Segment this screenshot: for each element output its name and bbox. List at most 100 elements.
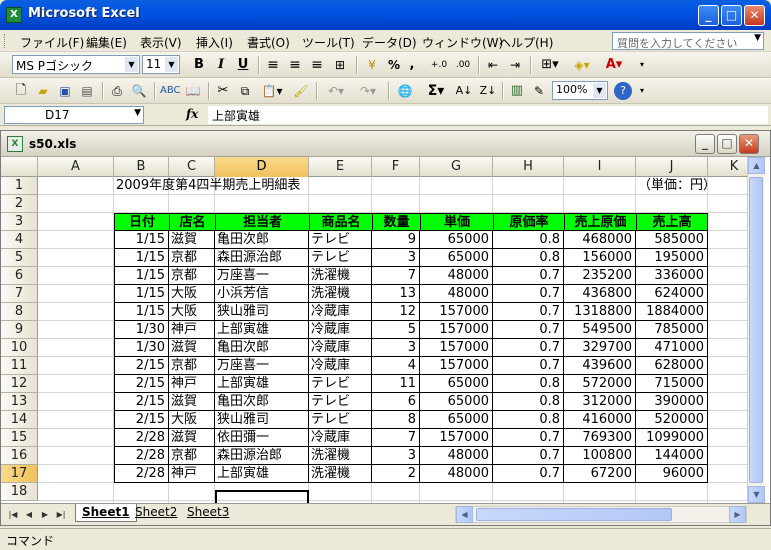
cell-store[interactable]: 滋賀 bbox=[169, 393, 215, 411]
row-header-15[interactable]: 15 bbox=[1, 429, 38, 447]
cell-date[interactable]: 1/30 bbox=[114, 339, 169, 357]
cell-store[interactable]: 京都 bbox=[169, 249, 215, 267]
permission-icon[interactable]: ▤ bbox=[78, 82, 96, 100]
cell-cost-of-sales[interactable]: 329700 bbox=[564, 339, 636, 357]
cell-staff[interactable]: 依田彌一 bbox=[215, 429, 309, 447]
maximize-button[interactable]: □ bbox=[721, 5, 742, 26]
row-header-11[interactable]: 11 bbox=[1, 357, 38, 375]
currency-icon[interactable]: ¥ bbox=[362, 56, 382, 74]
cell-store[interactable]: 滋賀 bbox=[169, 339, 215, 357]
cell-unit-price[interactable]: 48000 bbox=[420, 267, 493, 285]
cell-quantity[interactable]: 3 bbox=[372, 339, 420, 357]
cell-unit-price[interactable]: 65000 bbox=[420, 231, 493, 249]
cell-cost-rate[interactable]: 0.7 bbox=[493, 303, 564, 321]
header-quantity[interactable]: 数量 bbox=[372, 213, 421, 231]
chevron-down-icon[interactable]: ▼ bbox=[593, 83, 606, 98]
cell-date[interactable]: 2/28 bbox=[114, 429, 169, 447]
cell-cost-rate[interactable]: 0.7 bbox=[493, 267, 564, 285]
close-button[interactable]: ✕ bbox=[744, 5, 765, 26]
cell-unit-price[interactable]: 65000 bbox=[420, 249, 493, 267]
menu-insert[interactable]: 挿入(I) bbox=[196, 34, 233, 51]
header-date[interactable]: 日付 bbox=[114, 213, 170, 231]
row-header-18[interactable]: 18 bbox=[1, 483, 38, 501]
cell-store[interactable]: 神戸 bbox=[169, 375, 215, 393]
cell-quantity[interactable]: 8 bbox=[372, 411, 420, 429]
cell-unit-price[interactable]: 48000 bbox=[420, 285, 493, 303]
tab-sheet2[interactable]: Sheet2 bbox=[129, 504, 183, 522]
header-sales[interactable]: 売上高 bbox=[636, 213, 708, 231]
vertical-scrollbar[interactable]: ▲ ▼ bbox=[747, 157, 765, 503]
percent-button[interactable]: % bbox=[386, 56, 402, 74]
align-center-icon[interactable]: ≡ bbox=[286, 56, 304, 74]
cell-date[interactable]: 2/15 bbox=[114, 375, 169, 393]
hyperlink-icon[interactable]: 🌐 bbox=[396, 82, 414, 100]
column-header-e[interactable]: E bbox=[309, 157, 372, 177]
column-header-b[interactable]: B bbox=[114, 157, 169, 177]
menu-data[interactable]: データ(D) bbox=[362, 34, 417, 51]
merge-center-icon[interactable]: ⊞ bbox=[330, 56, 350, 74]
row-header-13[interactable]: 13 bbox=[1, 393, 38, 411]
cell-product[interactable]: 冷蔵庫 bbox=[309, 357, 372, 375]
column-header-a[interactable]: A bbox=[38, 157, 114, 177]
active-cell-d17[interactable] bbox=[215, 490, 309, 503]
cell-sales[interactable]: 390000 bbox=[636, 393, 708, 411]
cell-unit-price[interactable]: 157000 bbox=[420, 339, 493, 357]
cell-cost-of-sales[interactable]: 100800 bbox=[564, 447, 636, 465]
next-sheet-icon[interactable]: ▶ bbox=[39, 508, 51, 522]
cell-date[interactable]: 2/28 bbox=[114, 465, 169, 483]
name-box[interactable]: D17 ▼ bbox=[4, 106, 144, 124]
decrease-decimal-icon[interactable]: .00 bbox=[452, 56, 474, 74]
cell-sales[interactable]: 628000 bbox=[636, 357, 708, 375]
font-color-icon[interactable]: A▾ bbox=[600, 56, 628, 74]
cell-b1[interactable]: 2009年度第4四半期売上明細表 bbox=[114, 177, 314, 195]
row-header-7[interactable]: 7 bbox=[1, 285, 38, 303]
cell-quantity[interactable]: 2 bbox=[372, 465, 420, 483]
autosum-icon[interactable]: Σ▾ bbox=[422, 82, 450, 100]
cell-sales[interactable]: 1884000 bbox=[636, 303, 708, 321]
cell-sales[interactable]: 336000 bbox=[636, 267, 708, 285]
cell-product[interactable]: テレビ bbox=[309, 231, 372, 249]
cell-date[interactable]: 1/15 bbox=[114, 303, 169, 321]
cell-unit-price[interactable]: 65000 bbox=[420, 393, 493, 411]
cell-cost-of-sales[interactable]: 312000 bbox=[564, 393, 636, 411]
menu-help[interactable]: ヘルプ(H) bbox=[499, 34, 553, 51]
row-header-10[interactable]: 10 bbox=[1, 339, 38, 357]
drawing-icon[interactable]: ✎ bbox=[530, 82, 548, 100]
cell-sales[interactable]: 520000 bbox=[636, 411, 708, 429]
cell-unit-price[interactable]: 157000 bbox=[420, 429, 493, 447]
sort-descending-icon[interactable]: Z↓ bbox=[478, 82, 498, 100]
row-header-17[interactable]: 17 bbox=[1, 465, 38, 483]
cell-staff[interactable]: 森田源治郎 bbox=[215, 249, 309, 267]
cell-cost-rate[interactable]: 0.7 bbox=[493, 357, 564, 375]
cell-quantity[interactable]: 7 bbox=[372, 429, 420, 447]
cell-product[interactable]: 洗濯機 bbox=[309, 447, 372, 465]
tab-sheet1[interactable]: Sheet1 bbox=[75, 504, 137, 522]
cell-sales[interactable]: 785000 bbox=[636, 321, 708, 339]
horizontal-scroll-thumb[interactable] bbox=[476, 508, 672, 521]
save-icon[interactable]: ▣ bbox=[56, 82, 74, 100]
increase-indent-icon[interactable]: ⇥ bbox=[506, 56, 524, 74]
cell-staff[interactable]: 狭山雅司 bbox=[215, 303, 309, 321]
cell-unit-price[interactable]: 48000 bbox=[420, 447, 493, 465]
column-header-i[interactable]: I bbox=[564, 157, 636, 177]
cell-quantity[interactable]: 4 bbox=[372, 357, 420, 375]
header-unit-price[interactable]: 単価 bbox=[420, 213, 494, 231]
cell-store[interactable]: 大阪 bbox=[169, 285, 215, 303]
cell-staff[interactable]: 狭山雅司 bbox=[215, 411, 309, 429]
cell-cost-of-sales[interactable]: 439600 bbox=[564, 357, 636, 375]
cell-store[interactable]: 京都 bbox=[169, 447, 215, 465]
font-name-select[interactable]: MS Pゴシック ▼ bbox=[12, 55, 140, 74]
row-header-9[interactable]: 9 bbox=[1, 321, 38, 339]
chevron-down-icon[interactable]: ▼ bbox=[754, 33, 761, 43]
cell-date[interactable]: 2/15 bbox=[114, 357, 169, 375]
tab-sheet3[interactable]: Sheet3 bbox=[181, 504, 235, 522]
cell-cost-rate[interactable]: 0.7 bbox=[493, 285, 564, 303]
cell-cost-of-sales[interactable]: 67200 bbox=[564, 465, 636, 483]
workbook-close-button[interactable]: ✕ bbox=[739, 134, 759, 154]
sort-ascending-icon[interactable]: A↓ bbox=[454, 82, 474, 100]
cell-quantity[interactable]: 3 bbox=[372, 447, 420, 465]
cell-date[interactable]: 2/15 bbox=[114, 411, 169, 429]
cell-staff[interactable]: 亀田次郎 bbox=[215, 393, 309, 411]
comma-button[interactable]: , bbox=[406, 56, 418, 74]
scroll-down-icon[interactable]: ▼ bbox=[748, 486, 765, 503]
